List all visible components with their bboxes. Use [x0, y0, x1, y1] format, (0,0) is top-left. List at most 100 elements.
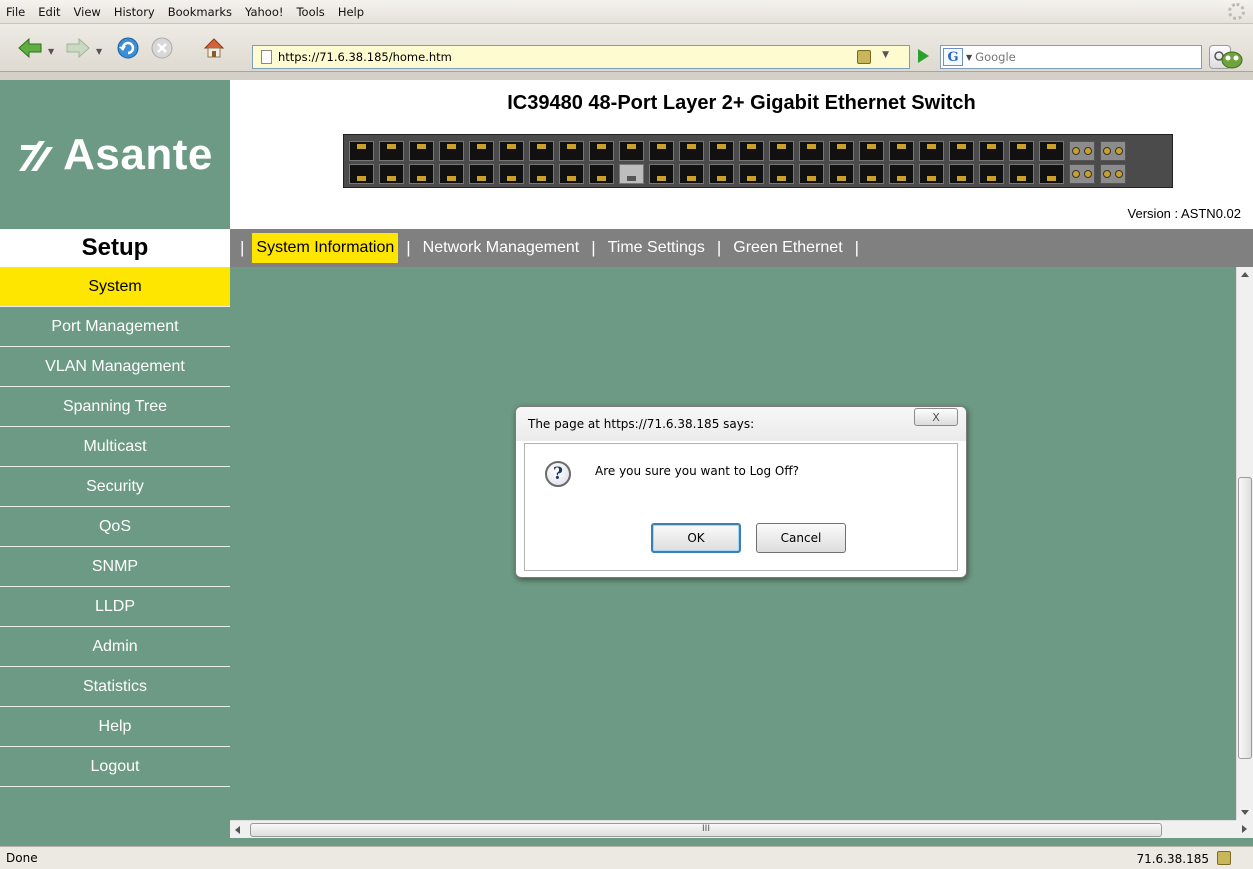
switch-port[interactable]: [559, 141, 584, 161]
switch-port[interactable]: [649, 164, 674, 184]
switch-port[interactable]: [739, 141, 764, 161]
switch-port[interactable]: [349, 164, 374, 184]
reload-button[interactable]: [114, 35, 142, 61]
switch-port[interactable]: [829, 141, 854, 161]
sidebar-item-qos[interactable]: QoS: [0, 507, 230, 547]
menu-edit[interactable]: Edit: [38, 5, 60, 19]
switch-port[interactable]: [769, 141, 794, 161]
search-box[interactable]: G ▼: [940, 45, 1202, 69]
switch-port[interactable]: [949, 164, 974, 184]
sidebar-item-multicast[interactable]: Multicast: [0, 427, 230, 467]
horizontal-scroll-thumb[interactable]: III: [250, 823, 1162, 837]
switch-port[interactable]: [439, 164, 464, 184]
sfp-port[interactable]: [1069, 164, 1095, 184]
vertical-scrollbar[interactable]: [1236, 267, 1253, 820]
vertical-scroll-thumb[interactable]: [1238, 477, 1252, 759]
switch-port[interactable]: [619, 141, 644, 161]
switch-port[interactable]: [889, 141, 914, 161]
sidebar-item-system[interactable]: System: [0, 267, 230, 307]
go-arrow-icon[interactable]: [918, 49, 929, 63]
dialog-close-button[interactable]: X: [914, 408, 958, 426]
forward-dropdown-icon[interactable]: ▼: [96, 47, 102, 56]
back-dropdown-icon[interactable]: ▼: [48, 47, 54, 56]
tab-green-ethernet[interactable]: Green Ethernet: [729, 233, 846, 263]
menu-help[interactable]: Help: [338, 5, 364, 19]
switch-port[interactable]: [409, 141, 434, 161]
sidebar-item-spanning-tree[interactable]: Spanning Tree: [0, 387, 230, 427]
switch-port[interactable]: [679, 164, 704, 184]
sidebar-item-logout[interactable]: Logout: [0, 747, 230, 787]
switch-port[interactable]: [799, 164, 824, 184]
sidebar-item-lldp[interactable]: LLDP: [0, 587, 230, 627]
switch-port[interactable]: [889, 164, 914, 184]
switch-port[interactable]: [349, 141, 374, 161]
switch-port[interactable]: [709, 141, 734, 161]
switch-port[interactable]: [559, 164, 584, 184]
switch-port[interactable]: [1009, 141, 1034, 161]
sfp-port[interactable]: [1069, 141, 1095, 161]
switch-port[interactable]: [949, 141, 974, 161]
switch-port[interactable]: [769, 164, 794, 184]
menu-file[interactable]: File: [6, 5, 25, 19]
switch-port[interactable]: [499, 164, 524, 184]
sidebar-item-statistics[interactable]: Statistics: [0, 667, 230, 707]
sidebar-item-port-management[interactable]: Port Management: [0, 307, 230, 347]
switch-port[interactable]: [499, 141, 524, 161]
sidebar-item-snmp[interactable]: SNMP: [0, 547, 230, 587]
sfp-port[interactable]: [1100, 164, 1126, 184]
switch-port[interactable]: [469, 141, 494, 161]
menu-yahoo[interactable]: Yahoo!: [245, 5, 283, 19]
menu-history[interactable]: History: [114, 5, 155, 19]
switch-port[interactable]: [409, 164, 434, 184]
switch-port[interactable]: [859, 141, 884, 161]
switch-port[interactable]: [1039, 164, 1064, 184]
switch-port[interactable]: [919, 164, 944, 184]
switch-port[interactable]: [469, 164, 494, 184]
sidebar-item-security[interactable]: Security: [0, 467, 230, 507]
tab-network-management[interactable]: Network Management: [419, 233, 584, 263]
menu-view[interactable]: View: [74, 5, 101, 19]
switch-port[interactable]: [979, 164, 1004, 184]
address-bar[interactable]: ▼: [252, 45, 910, 69]
switch-port[interactable]: [589, 164, 614, 184]
scroll-down-icon[interactable]: [1241, 810, 1249, 815]
search-input[interactable]: [975, 50, 1156, 64]
tab-system-information[interactable]: System Information: [252, 233, 399, 263]
engine-dropdown-icon[interactable]: ▼: [966, 53, 972, 62]
switch-port[interactable]: [859, 164, 884, 184]
dialog-titlebar[interactable]: The page at https://71.6.38.185 says: X: [516, 407, 966, 441]
status-lock-icon[interactable]: [1217, 851, 1231, 865]
sidebar-item-help[interactable]: Help: [0, 707, 230, 747]
menu-tools[interactable]: Tools: [296, 5, 324, 19]
menu-bookmarks[interactable]: Bookmarks: [168, 5, 232, 19]
switch-port[interactable]: [379, 164, 404, 184]
sidebar-item-admin[interactable]: Admin: [0, 627, 230, 667]
tab-time-settings[interactable]: Time Settings: [604, 233, 709, 263]
horizontal-scrollbar[interactable]: III: [230, 820, 1236, 838]
switch-port[interactable]: [379, 141, 404, 161]
scroll-right-icon[interactable]: [1242, 825, 1247, 833]
asante-logo[interactable]: Asante: [17, 130, 213, 180]
switch-port[interactable]: [649, 141, 674, 161]
switch-port[interactable]: [829, 164, 854, 184]
switch-port[interactable]: [439, 141, 464, 161]
google-engine-icon[interactable]: G: [943, 48, 963, 66]
switch-port[interactable]: [619, 164, 644, 184]
scroll-left-icon[interactable]: [235, 826, 240, 834]
switch-port[interactable]: [709, 164, 734, 184]
switch-port[interactable]: [1039, 141, 1064, 161]
cancel-button[interactable]: Cancel: [756, 523, 846, 553]
ok-button[interactable]: OK: [651, 523, 741, 553]
stop-button[interactable]: [148, 35, 176, 61]
switch-port[interactable]: [799, 141, 824, 161]
switch-port[interactable]: [979, 141, 1004, 161]
switch-port[interactable]: [919, 141, 944, 161]
switch-port[interactable]: [739, 164, 764, 184]
url-input[interactable]: [278, 50, 838, 64]
sidebar-item-vlan-management[interactable]: VLAN Management: [0, 347, 230, 387]
forward-button[interactable]: [64, 35, 92, 61]
back-button[interactable]: [16, 35, 44, 61]
switch-port[interactable]: [529, 141, 554, 161]
greasemonkey-icon[interactable]: [1221, 50, 1243, 69]
url-dropdown-icon[interactable]: ▼: [882, 50, 889, 60]
